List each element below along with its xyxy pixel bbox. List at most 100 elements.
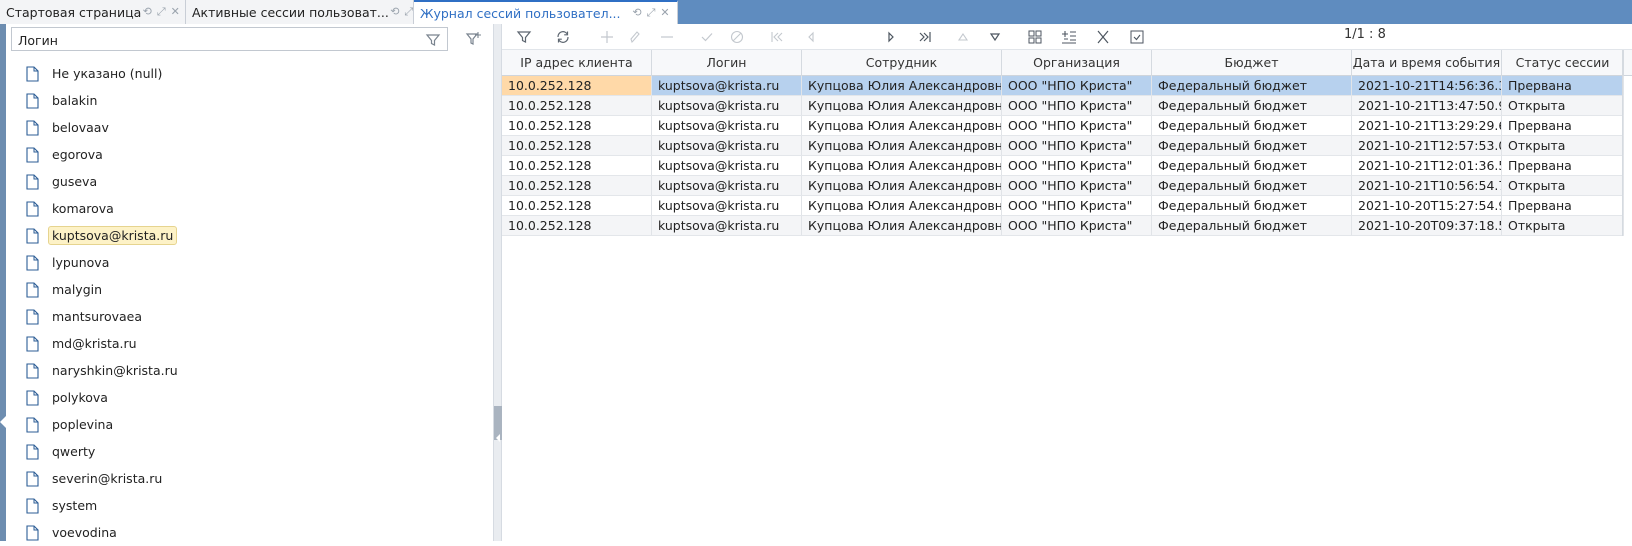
table-row[interactable]: 10.0.252.128 kuptsova@krista.ru Купцова Юл… (502, 176, 1624, 196)
close-tab-icon[interactable]: ✕ (659, 6, 671, 20)
select-all-button[interactable] (1128, 28, 1146, 46)
sort-desc-button[interactable] (986, 28, 1004, 46)
login-list-item[interactable]: komarova (26, 195, 182, 222)
cell-employee[interactable]: Купцова Юлия Александровна (802, 176, 1002, 195)
expand-button[interactable] (1060, 28, 1078, 46)
table-row[interactable]: 10.0.252.128 kuptsova@krista.ru Купцова Юл… (502, 196, 1624, 216)
cell-status[interactable]: Прервана (1502, 196, 1624, 215)
login-list-item[interactable]: balakin (26, 87, 182, 114)
cell-organization[interactable]: ООО "НПО Криста" (1002, 156, 1152, 175)
cell-ip[interactable]: 10.0.252.128 (502, 116, 652, 135)
cell-status[interactable]: Открыта (1502, 176, 1624, 195)
refresh-button[interactable] (554, 28, 572, 46)
cell-budget[interactable]: Федеральный бюджет (1152, 96, 1352, 115)
left-collapse-bar[interactable] (0, 24, 6, 541)
cell-datetime[interactable]: 2021-10-21T13:29:29.623 (1352, 116, 1502, 135)
column-header-login[interactable]: Логин (652, 50, 802, 76)
cell-ip[interactable]: 10.0.252.128 (502, 96, 652, 115)
filter-icon[interactable] (425, 32, 441, 48)
delete-button[interactable] (658, 28, 676, 46)
login-list-item[interactable]: voevodina (26, 519, 182, 546)
cell-login[interactable]: kuptsova@krista.ru (652, 196, 802, 215)
login-list-item[interactable]: system (26, 492, 182, 519)
login-list-item[interactable]: md@krista.ru (26, 330, 182, 357)
cell-budget[interactable]: Федеральный бюджет (1152, 176, 1352, 195)
cell-status[interactable]: Прервана (1502, 116, 1624, 135)
export-excel-button[interactable] (1094, 28, 1112, 46)
collapse-left-icon[interactable] (0, 416, 6, 428)
cell-ip[interactable]: 10.0.252.128 (502, 216, 652, 235)
cell-datetime[interactable]: 2021-10-21T12:01:36.537 (1352, 156, 1502, 175)
cell-login[interactable]: kuptsova@krista.ru (652, 116, 802, 135)
cell-login[interactable]: kuptsova@krista.ru (652, 76, 802, 95)
filter-settings-icon[interactable] (464, 30, 482, 48)
column-header-organization[interactable]: Организация (1002, 50, 1152, 76)
cell-login[interactable]: kuptsova@krista.ru (652, 216, 802, 235)
cell-login[interactable]: kuptsova@krista.ru (652, 156, 802, 175)
column-header-datetime[interactable]: Дата и время события (1352, 50, 1502, 76)
cell-employee[interactable]: Купцова Юлия Александровна (802, 216, 1002, 235)
login-list-item[interactable]: belovaav (26, 114, 182, 141)
cell-budget[interactable]: Федеральный бюджет (1152, 216, 1352, 235)
sort-asc-button[interactable] (954, 28, 972, 46)
table-row[interactable]: 10.0.252.128 kuptsova@krista.ru Купцова Юл… (502, 136, 1624, 156)
grid-view-button[interactable] (1026, 28, 1044, 46)
cell-status[interactable]: Открыта (1502, 136, 1624, 155)
cell-organization[interactable]: ООО "НПО Криста" (1002, 96, 1152, 115)
table-row[interactable]: 10.0.252.128 kuptsova@krista.ru Купцова Юл… (502, 156, 1624, 176)
cell-datetime[interactable]: 2021-10-21T13:47:50.970 (1352, 96, 1502, 115)
cell-employee[interactable]: Купцова Юлия Александровна (802, 136, 1002, 155)
login-list-item[interactable]: malygin (26, 276, 182, 303)
login-list-item[interactable]: polykova (26, 384, 182, 411)
last-page-button[interactable] (916, 28, 934, 46)
cell-employee[interactable]: Купцова Юлия Александровна (802, 156, 1002, 175)
login-list-item[interactable]: mantsurovaea (26, 303, 182, 330)
cell-datetime[interactable]: 2021-10-20T09:37:18.599 (1352, 216, 1502, 235)
cell-status[interactable]: Открыта (1502, 96, 1624, 115)
cell-status[interactable]: Прервана (1502, 156, 1624, 175)
cell-login[interactable]: kuptsova@krista.ru (652, 96, 802, 115)
cell-organization[interactable]: ООО "НПО Криста" (1002, 76, 1152, 95)
login-list-item[interactable]: guseva (26, 168, 182, 195)
cell-login[interactable]: kuptsova@krista.ru (652, 136, 802, 155)
cell-datetime[interactable]: 2021-10-20T15:27:54.907 (1352, 196, 1502, 215)
login-list-item[interactable]: severin@krista.ru (26, 465, 182, 492)
cell-datetime[interactable]: 2021-10-21T12:57:53.098 (1352, 136, 1502, 155)
login-list-item[interactable]: Не указано (null) (26, 60, 182, 87)
refresh-tab-icon[interactable]: ⟲ (141, 5, 153, 19)
cell-datetime[interactable]: 2021-10-21T10:56:54.746 (1352, 176, 1502, 195)
cell-employee[interactable]: Купцова Юлия Александровна (802, 96, 1002, 115)
filter-button[interactable] (515, 28, 533, 46)
cancel-button[interactable] (728, 28, 746, 46)
cell-ip[interactable]: 10.0.252.128 (502, 76, 652, 95)
collapse-arrow-icon[interactable] (496, 434, 500, 442)
cell-organization[interactable]: ООО "НПО Криста" (1002, 196, 1152, 215)
table-row[interactable]: 10.0.252.128 kuptsova@krista.ru Купцова Юл… (502, 216, 1624, 236)
column-header-budget[interactable]: Бюджет (1152, 50, 1352, 76)
login-list-item[interactable]: kuptsova@krista.ru (26, 222, 182, 249)
table-row[interactable]: 10.0.252.128 kuptsova@krista.ru Купцова Юл… (502, 96, 1624, 116)
login-list-item[interactable]: qwerty (26, 438, 182, 465)
login-list-item[interactable]: naryshkin@krista.ru (26, 357, 182, 384)
cell-employee[interactable]: Купцова Юлия Александровна (802, 196, 1002, 215)
cell-ip[interactable]: 10.0.252.128 (502, 196, 652, 215)
tab-active-sessions[interactable]: Активные сессии пользоват... ⟲ ⤢ ✕ (186, 0, 414, 24)
cell-status[interactable]: Открыта (1502, 216, 1624, 235)
cell-ip[interactable]: 10.0.252.128 (502, 136, 652, 155)
maximize-tab-icon[interactable]: ⤢ (403, 5, 413, 19)
login-list-item[interactable]: lypunova (26, 249, 182, 276)
refresh-tab-icon[interactable]: ⟲ (631, 6, 643, 20)
login-list-item[interactable]: egorova (26, 141, 182, 168)
prev-page-button[interactable] (802, 28, 820, 46)
cell-organization[interactable]: ООО "НПО Криста" (1002, 136, 1152, 155)
column-header-ip[interactable]: IP адрес клиента (502, 50, 652, 76)
login-list-item[interactable]: poplevina (26, 411, 182, 438)
save-button[interactable] (698, 28, 716, 46)
cell-budget[interactable]: Федеральный бюджет (1152, 76, 1352, 95)
cell-status[interactable]: Прервана (1502, 76, 1624, 95)
panel-splitter[interactable] (494, 24, 502, 541)
cell-budget[interactable]: Федеральный бюджет (1152, 196, 1352, 215)
maximize-tab-icon[interactable]: ⤢ (645, 6, 657, 20)
table-row[interactable]: 10.0.252.128 kuptsova@krista.ru Купцова Юл… (502, 116, 1624, 136)
cell-budget[interactable]: Федеральный бюджет (1152, 116, 1352, 135)
